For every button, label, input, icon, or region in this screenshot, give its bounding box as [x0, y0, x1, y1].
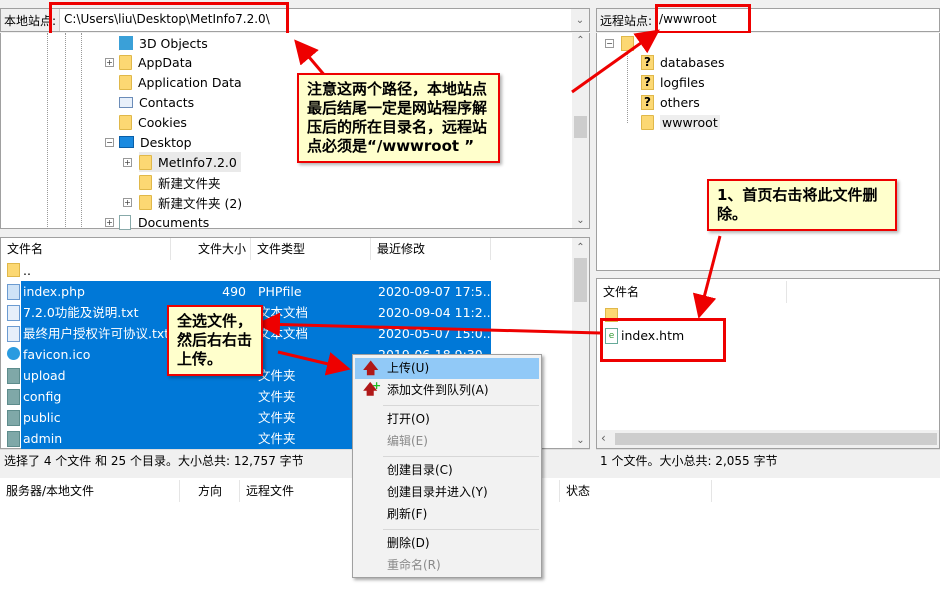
- paths-note-text: 注意这两个路径，本地站点最后结尾一定是网站程序解压后的所在目录名，远程站点必须是…: [307, 80, 488, 155]
- annotation-upload-note: 全选文件，然后右右击上传。: [167, 305, 263, 376]
- annotation-delete-note: 1、首页右击将此文件删除。: [707, 179, 897, 231]
- arrow-from-index-to-note: [256, 312, 601, 337]
- upload-note-text: 全选文件，然后右右击上传。: [177, 312, 253, 368]
- arrow-to-index-htm: [692, 235, 722, 319]
- annotation-paths-note: 注意这两个路径，本地站点最后结尾一定是网站程序解压后的所在目录名，远程站点必须是…: [297, 73, 500, 163]
- arrow-to-upload: [277, 350, 351, 376]
- delete-note-text: 1、首页右击将此文件删除。: [717, 186, 878, 223]
- arrow-to-remote-path: [571, 29, 660, 94]
